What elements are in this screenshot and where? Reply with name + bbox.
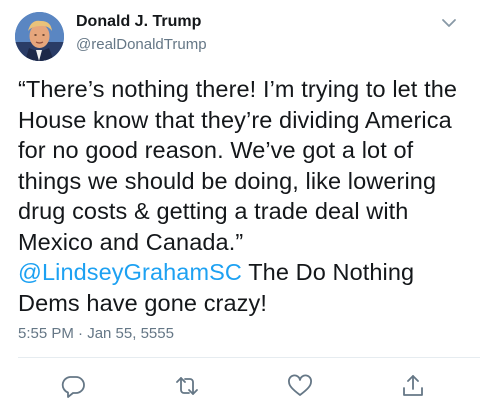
tweet-card: Donald J. Trump @realDonaldTrump “There’…	[0, 0, 480, 410]
divider	[18, 357, 480, 358]
share-icon[interactable]	[399, 372, 427, 400]
author-name[interactable]: Donald J. Trump	[76, 13, 201, 31]
action-bar	[0, 372, 480, 400]
avatar[interactable]	[15, 12, 64, 61]
tweet-text-part1: “There’s nothing there! I’m trying to le…	[18, 76, 458, 255]
reply-icon[interactable]	[59, 372, 87, 400]
retweet-icon[interactable]	[173, 372, 201, 400]
avatar-image	[15, 12, 64, 61]
mention-link[interactable]: @LindseyGrahamSC	[18, 259, 242, 285]
tweet-text: “There’s nothing there! I’m trying to le…	[18, 74, 468, 318]
heart-icon[interactable]	[286, 372, 314, 400]
author-handle[interactable]: @realDonaldTrump	[76, 36, 207, 53]
tweet-timestamp[interactable]: 5:55 PM · Jan 55, 5555	[18, 325, 174, 342]
chevron-down-icon[interactable]	[438, 14, 460, 32]
